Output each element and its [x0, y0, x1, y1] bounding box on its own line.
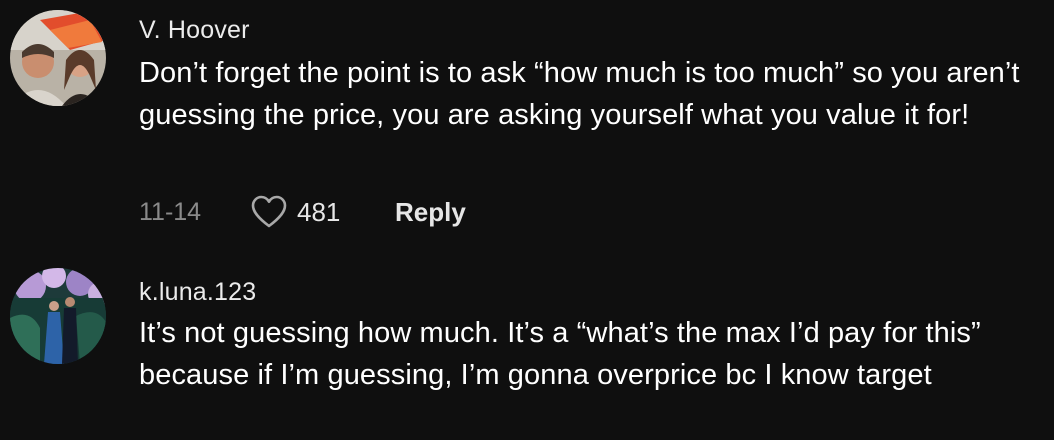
like-button[interactable]: 481	[251, 195, 395, 229]
avatar-photo	[10, 268, 106, 364]
comment-username[interactable]: k.luna.123	[139, 278, 256, 307]
heart-outline-icon	[251, 195, 287, 229]
comment-username[interactable]: V. Hoover	[139, 16, 250, 45]
comment-meta: 11-14 481 Reply	[139, 192, 466, 232]
like-count: 481	[297, 196, 341, 227]
reply-button[interactable]: Reply	[395, 197, 466, 228]
comment-text: It’s not guessing how much. It’s a “what…	[139, 317, 981, 391]
avatar[interactable]	[10, 10, 106, 106]
comment-text: Don’t forget the point is to ask “how mu…	[139, 57, 1020, 131]
comment-date: 11-14	[139, 197, 202, 226]
avatar[interactable]	[10, 268, 106, 364]
avatar-photo	[10, 10, 106, 106]
